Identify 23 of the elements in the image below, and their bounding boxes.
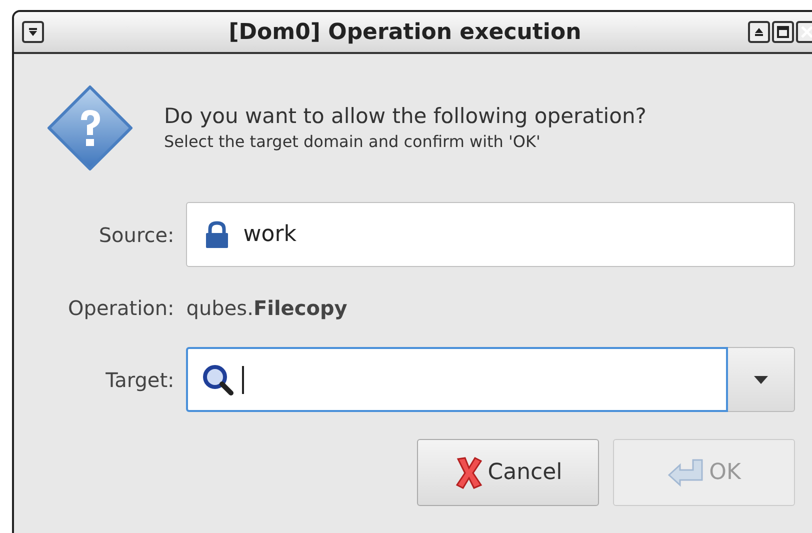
cancel-button[interactable]: Cancel (417, 439, 599, 506)
close-button[interactable] (796, 21, 812, 43)
operation-label: Operation: (68, 295, 174, 322)
maximize-icon (777, 26, 789, 38)
prompt-subheading: Select the target domain and confirm with 'OK' (164, 131, 542, 153)
question-icon (46, 84, 134, 172)
caret-icon (754, 376, 768, 384)
search-icon (202, 364, 234, 396)
lock-icon (205, 220, 230, 248)
text-cursor (242, 366, 244, 394)
prompt-heading: Do you want to allow the following operation? (164, 103, 646, 130)
shade-button[interactable] (748, 21, 770, 43)
operation-value: qubes.Filecopy (186, 295, 348, 322)
window-menu-button[interactable] (22, 21, 44, 43)
menu-arrow-icon (28, 27, 38, 37)
shade-icon (754, 27, 764, 37)
target-label: Target: (104, 366, 174, 394)
cross-icon (454, 454, 484, 490)
source-label: Source: (98, 222, 174, 248)
maximize-button[interactable] (772, 21, 794, 43)
window-title: [Dom0] Operation execution (228, 18, 582, 46)
source-value: work (243, 221, 297, 249)
return-arrow-icon (667, 456, 706, 488)
